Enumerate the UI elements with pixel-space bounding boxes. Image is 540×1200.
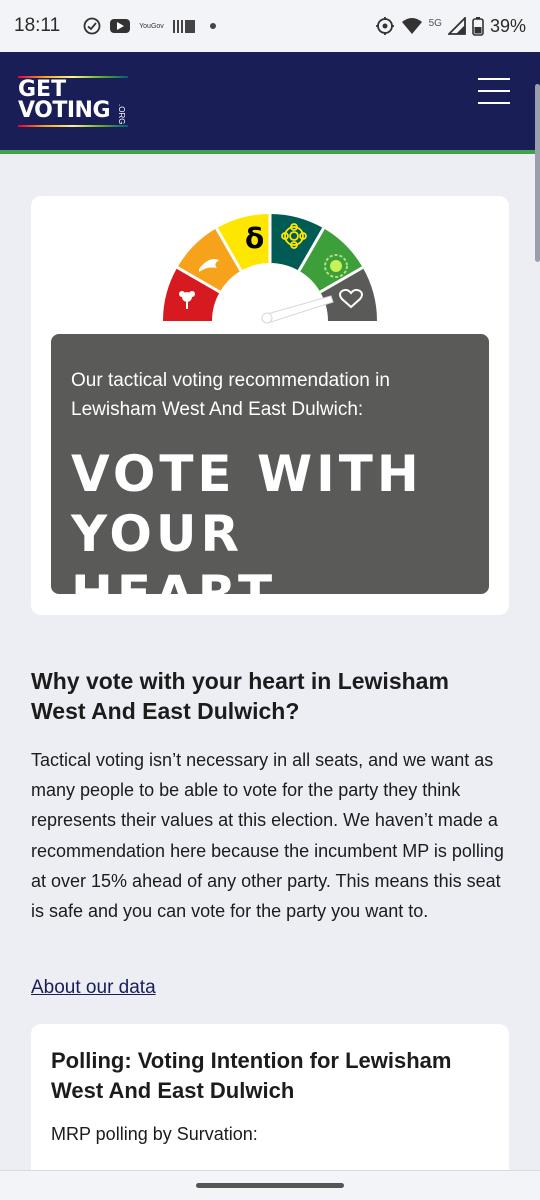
polling-title: Polling: Voting Intention for Lewisham W… (51, 1048, 452, 1103)
recommendation-box: Our tactical voting recommendation in Le… (51, 334, 489, 623)
wifi-icon (401, 17, 423, 35)
status-bar: 18:11 YouGov 5G 39% (0, 0, 540, 52)
snp-symbol-icon: δ (245, 222, 264, 255)
svg-text:δ: δ (245, 222, 264, 255)
recommendation-intro: Our tactical voting recommendation in Le… (71, 370, 390, 420)
gesture-handle[interactable] (196, 1183, 344, 1188)
youtube-icon (110, 19, 131, 33)
barcode-icon (172, 19, 195, 33)
why-body-text: Tactical voting isn’t necessary in all s… (31, 750, 504, 922)
status-time: 18:11 (14, 15, 61, 36)
why-heading: Why vote with your heart in Lewisham Wes… (31, 668, 449, 724)
recommendation-card: δ Our tactical voting recommendation in … (31, 196, 509, 623)
dot-icon (209, 23, 216, 29)
logo-voting-text: VOTING (18, 98, 111, 123)
system-nav-bar (0, 1170, 540, 1200)
battery-icon (472, 16, 484, 36)
about-our-data-link[interactable]: About our data (31, 977, 156, 999)
polling-subtitle: MRP polling by Survation: (51, 1124, 258, 1144)
header-accent-line (0, 150, 540, 154)
battery-percent: 39% (489, 15, 526, 36)
site-logo[interactable]: GET VOTING .ORG (18, 76, 130, 128)
check-circle-icon (83, 17, 101, 35)
site-header: GET VOTING .ORG (0, 52, 540, 154)
yougov-icon: YouGov (139, 22, 164, 30)
network-type: 5G (428, 17, 442, 29)
party-gauge: δ (163, 214, 377, 324)
signal-icon (447, 17, 466, 35)
hamburger-menu-icon[interactable] (478, 78, 510, 104)
recommendation-verdict: VOTE WITH YOUR HEART (71, 445, 423, 623)
logo-org-text: .ORG (117, 104, 126, 125)
page-scrollbar[interactable] (535, 84, 540, 262)
location-icon (375, 16, 395, 36)
gauge-pointer (261, 295, 334, 324)
logo-stripe (18, 125, 128, 127)
